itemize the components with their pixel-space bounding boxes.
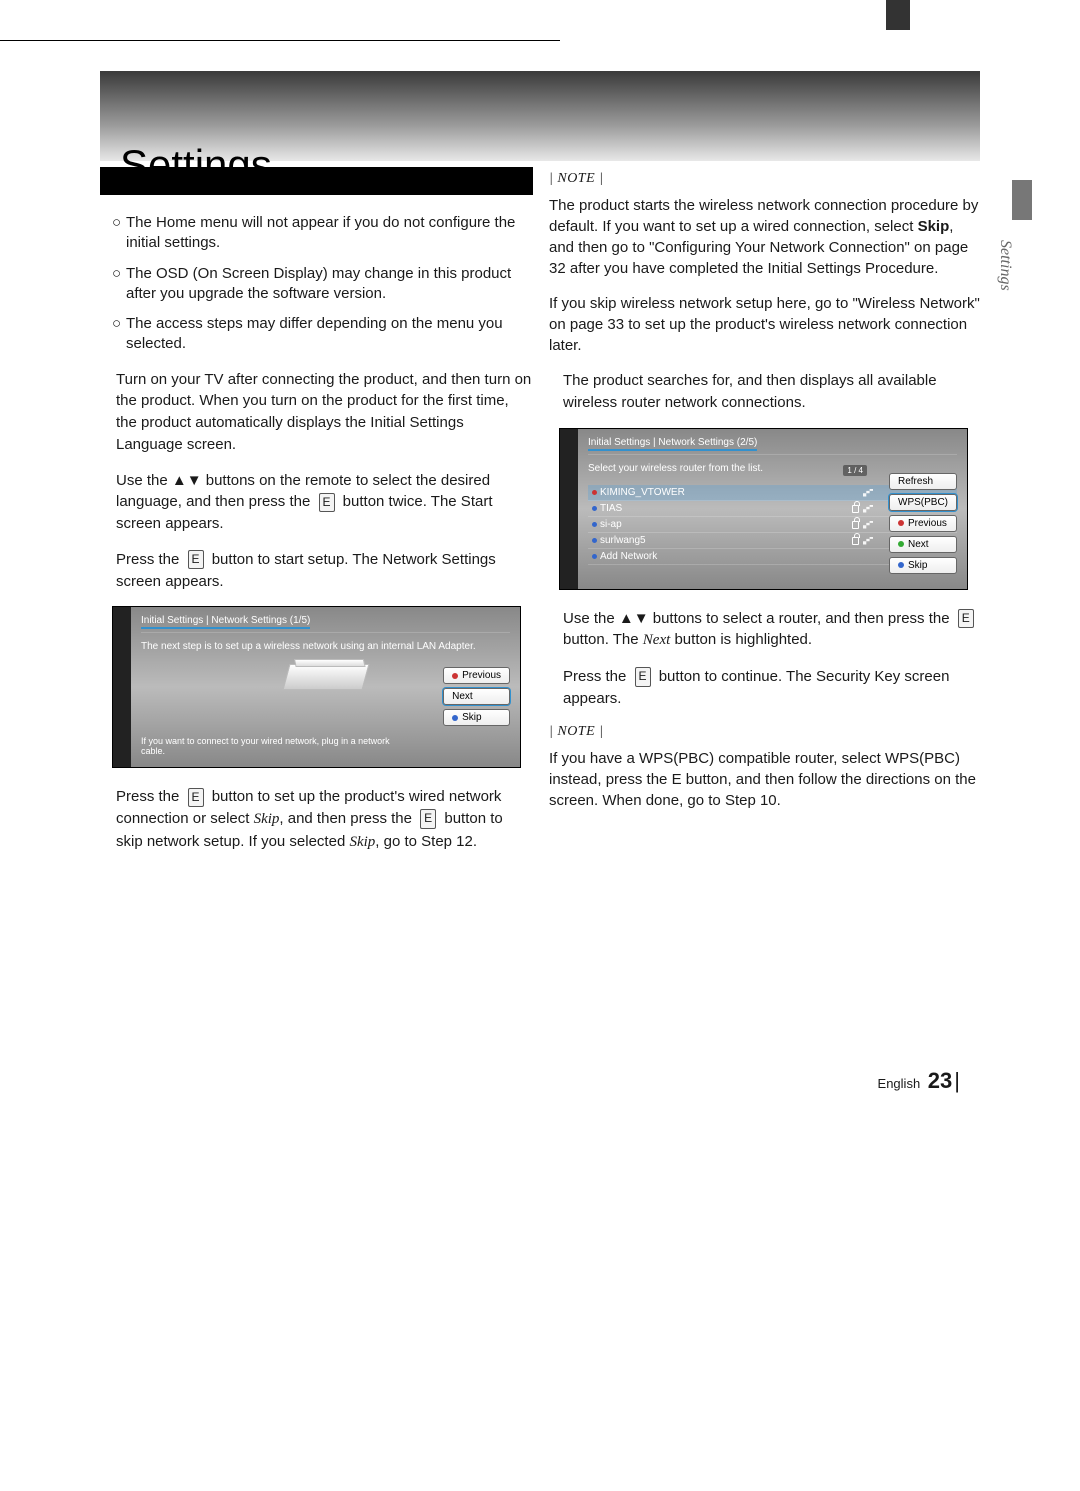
signal-icon (863, 505, 873, 513)
signal-icon (863, 537, 873, 545)
lock-icon (852, 505, 859, 513)
tv2-refresh-button[interactable]: Refresh (889, 473, 957, 490)
note-body-2: If you skip wireless network setup here,… (549, 293, 980, 356)
step-4: Press the E button to set up the product… (116, 786, 533, 853)
tv2-skip-button[interactable]: Skip (889, 557, 957, 574)
tv2-wps-button[interactable]: WPS(PBC) (889, 494, 957, 511)
top-rule (0, 40, 560, 41)
enter-button-icon: E (635, 667, 651, 686)
procedure-steps-right: Use the ▲▼ buttons to select a router, a… (563, 608, 980, 710)
bullet-icon: ○ (112, 314, 126, 355)
enter-button-icon: E (958, 609, 974, 628)
procedure-steps-left: Turn on your TV after connecting the pro… (116, 369, 533, 593)
step-6: Use the ▲▼ buttons to select a router, a… (563, 608, 980, 653)
step-5: The product searches for, and then displ… (563, 370, 980, 414)
step-7: Press the E button to continue. The Secu… (563, 666, 980, 710)
radio-icon (592, 490, 597, 495)
procedure-step-5: The product searches for, and then displ… (563, 370, 980, 414)
procedure-step-4: Press the E button to set up the product… (116, 786, 533, 853)
tv2-breadcrumb: Initial Settings | Network Settings (2/5… (588, 437, 957, 448)
bullet-icon: ○ (112, 213, 126, 254)
tv1-skip-button[interactable]: Skip (443, 709, 510, 726)
lock-icon (852, 521, 859, 529)
tv1-breadcrumb: Initial Settings | Network Settings (1/5… (141, 615, 510, 626)
red-dot-icon (452, 673, 458, 679)
router-icon (282, 664, 369, 690)
bullet-icon: ○ (112, 264, 126, 305)
bullet-text: The access steps may differ depending on… (126, 314, 533, 355)
radio-icon (592, 522, 597, 527)
bullet-text: The Home menu will not appear if you do … (126, 213, 533, 254)
radio-icon (592, 538, 597, 543)
enter-button-icon: E (188, 550, 204, 569)
note-label: | NOTE | (549, 724, 980, 740)
red-dot-icon (898, 520, 904, 526)
wifi-link-icon: ⟶ (209, 599, 222, 610)
step-2: Use the ▲▼ buttons on the remote to sele… (116, 470, 533, 535)
lock-icon (852, 537, 859, 545)
note-body-1: The product starts the wireless network … (549, 195, 980, 279)
tv2-next-button[interactable]: Next (889, 536, 957, 553)
tv2-previous-button[interactable]: Previous (889, 515, 957, 532)
bullet-text: The OSD (On Screen Display) may change i… (126, 264, 533, 305)
note-body-3: If you have a WPS(PBC) compatible router… (549, 748, 980, 811)
tv-sidebar (560, 429, 578, 589)
tv1-previous-button[interactable]: Previous (443, 667, 510, 684)
tv1-next-button[interactable]: Next (443, 688, 510, 705)
page-footer: English 23| (100, 1068, 980, 1094)
blue-dot-icon (898, 562, 904, 568)
hero-banner: Settings (100, 71, 980, 161)
tv2-count: 1 / 4 (843, 465, 867, 476)
radio-icon (592, 506, 597, 511)
radio-icon (592, 554, 597, 559)
footer-page-number: 23 (928, 1068, 952, 1093)
tv-sidebar (113, 607, 131, 767)
tv1-footnote: If you want to connect to your wired net… (141, 736, 400, 758)
screenshot-network-2: Initial Settings | Network Settings (2/5… (559, 428, 968, 590)
enter-button-icon: E (188, 788, 204, 807)
enter-button-icon: E (319, 493, 335, 512)
enter-button-icon: E (420, 809, 436, 828)
blue-dot-icon (452, 715, 458, 721)
footer-language: English (878, 1076, 921, 1091)
screenshot-network-1: Initial Settings | Network Settings (1/5… (112, 606, 521, 768)
green-dot-icon (898, 541, 904, 547)
note-label: | NOTE | (549, 171, 980, 187)
step-3: Press the E button to start setup. The N… (116, 549, 533, 593)
signal-icon (863, 521, 873, 529)
enter-button-icon: E (672, 771, 682, 788)
notes-list: ○The Home menu will not appear if you do… (112, 213, 533, 355)
tv1-description: The next step is to set up a wireless ne… (141, 641, 510, 654)
side-section-tab (1012, 180, 1032, 220)
side-section-label: Settings (996, 240, 1014, 291)
step-1: Turn on your TV after connecting the pro… (116, 369, 533, 456)
signal-icon (863, 489, 873, 497)
page-title: Settings (120, 141, 272, 189)
